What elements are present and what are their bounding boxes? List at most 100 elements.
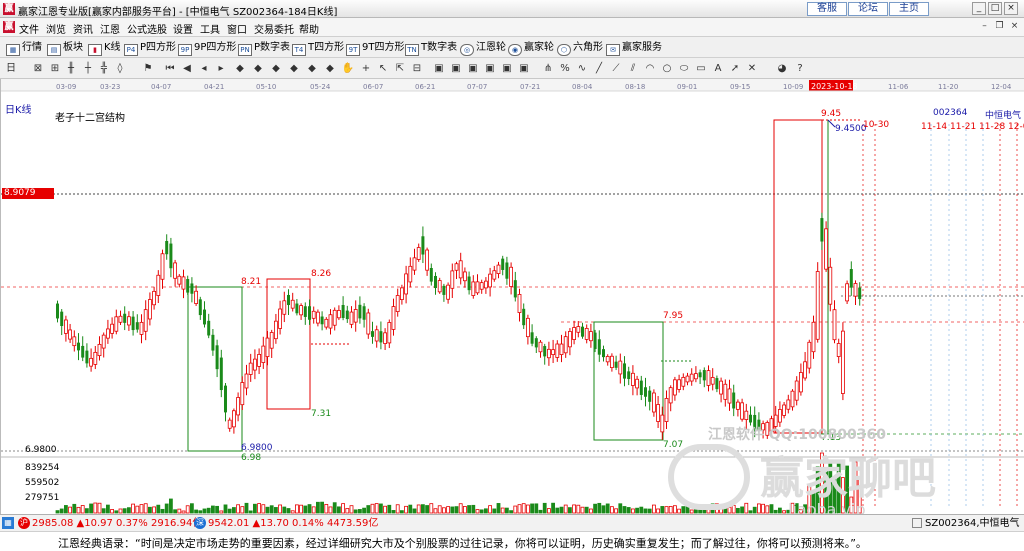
prev-icon[interactable]: ◂ — [197, 62, 211, 75]
close-icon[interactable]: × — [1004, 2, 1018, 15]
sh-index-quote[interactable]: 2985.08 ▲10.97 0.37% 2916.94亿 — [32, 517, 202, 530]
candle-body — [702, 370, 706, 381]
t-square-button[interactable]: T4 T四方形 — [292, 40, 344, 56]
candle-body — [421, 236, 425, 255]
pointer-icon[interactable]: ↖ — [376, 62, 390, 75]
kline-chart[interactable]: 03-09 03-23 04-07 04-21 05-10 05-24 06-07 06-21… — [0, 79, 1024, 514]
window4-icon[interactable]: ▣ — [483, 62, 497, 75]
winner-wheel-button[interactable]: ◉ 赢家轮 — [508, 40, 554, 56]
window1-icon[interactable]: ▣ — [432, 62, 446, 75]
window2-icon[interactable]: ▣ — [449, 62, 463, 75]
sz-index-quote[interactable]: 9542.01 ▲13.70 0.14% 4473.59亿 — [208, 517, 378, 530]
quote-button[interactable]: ▦ 行情 — [6, 40, 42, 56]
p-number-table-button[interactable]: PN P数字表 — [238, 40, 290, 56]
candle-body — [101, 334, 106, 349]
delete-icon[interactable]: ✕ — [745, 62, 759, 75]
volume-bar — [794, 503, 799, 514]
wave-icon[interactable]: ∿ — [575, 62, 589, 75]
circle-icon[interactable]: ○ — [660, 62, 674, 75]
volume-bar — [181, 510, 186, 514]
rect-icon[interactable]: ▭ — [694, 62, 708, 75]
p-square-button[interactable]: P4 P四方形 — [124, 40, 176, 56]
9t-square-button[interactable]: 9T 9T四方形 — [346, 40, 404, 56]
back-icon[interactable]: ◀ — [180, 62, 194, 75]
channel-icon[interactable]: ⫽ — [626, 62, 640, 75]
ellipse-icon[interactable]: ⬭ — [677, 62, 691, 75]
fib-icon[interactable]: ⋔ — [541, 62, 555, 75]
first-icon[interactable]: ⏮ — [163, 62, 177, 75]
candle-body — [320, 316, 324, 325]
date-tick-label: 07-07 — [467, 83, 487, 91]
winner-service-button[interactable]: ✉ 赢家服务 — [606, 40, 662, 56]
window3-icon[interactable]: ▣ — [466, 62, 480, 75]
diamond1-icon[interactable]: ◆ — [233, 62, 247, 75]
menu-info[interactable]: 资讯 — [73, 21, 93, 36]
volume-bar — [118, 508, 123, 514]
candle-icon[interactable]: ╫ — [64, 62, 78, 75]
candle-body — [803, 361, 807, 379]
volume-bar — [576, 504, 581, 514]
sector-button[interactable]: ▤ 板块 — [47, 40, 83, 56]
candle-body — [374, 329, 379, 342]
mdi-restore-icon[interactable]: ❐ — [993, 20, 1006, 33]
menu-gann[interactable]: 江恩 — [100, 21, 120, 36]
fan-icon[interactable]: ⟋ — [609, 62, 623, 75]
period-select-icon[interactable]: 日 — [4, 62, 18, 75]
layout-icon[interactable]: ⊟ — [410, 62, 424, 75]
fit-icon[interactable]: ⊠ — [31, 62, 45, 75]
menu-window[interactable]: 窗口 — [227, 21, 247, 36]
help-icon[interactable]: ? — [793, 62, 807, 75]
arc-icon[interactable]: ◠ — [643, 62, 657, 75]
diamond2-icon[interactable]: ◆ — [251, 62, 265, 75]
diamond3-icon[interactable]: ◆ — [269, 62, 283, 75]
window6-icon[interactable]: ▣ — [517, 62, 531, 75]
volume-bar — [378, 503, 383, 514]
menu-formula[interactable]: 公式选股 — [127, 21, 167, 36]
diamond6-icon[interactable]: ◆ — [323, 62, 337, 75]
cursor-icon[interactable]: ⇱ — [393, 62, 407, 75]
volume-bar — [782, 510, 786, 514]
minimize-icon[interactable]: _ — [972, 2, 986, 15]
kline-button[interactable]: ▮ K线 — [88, 40, 121, 56]
t-square-icon: T4 — [292, 44, 306, 56]
color-wheel-icon[interactable]: ◕ — [775, 62, 789, 75]
menu-file[interactable]: 文件 — [19, 21, 39, 36]
hexagon-button[interactable]: ⬡ 六角形 — [557, 40, 603, 56]
candle-body — [773, 414, 778, 427]
9p-square-button[interactable]: 9P 9P四方形 — [178, 40, 236, 56]
menu-trade[interactable]: 交易委托 — [254, 21, 294, 36]
next-icon[interactable]: ▸ — [214, 62, 228, 75]
menu-settings[interactable]: 设置 — [173, 21, 193, 36]
candle-body — [106, 328, 110, 339]
arrow-icon[interactable]: ➚ — [728, 62, 742, 75]
menu-browse[interactable]: 浏览 — [46, 21, 66, 36]
gann-wheel-button[interactable]: ◎ 江恩轮 — [460, 40, 506, 56]
t-number-icon: TN — [405, 44, 419, 56]
service-link[interactable]: 客服 — [807, 2, 847, 16]
t-number-table-button[interactable]: TN T数字表 — [405, 40, 457, 56]
mdi-minimize-icon[interactable]: – — [978, 20, 991, 33]
zoom-icon[interactable]: ⊞ — [48, 62, 62, 75]
volume-bar — [702, 506, 707, 514]
mdi-close-icon[interactable]: × — [1008, 20, 1021, 33]
tool-dropdown-icon[interactable]: ◊ — [113, 62, 127, 75]
flag-icon[interactable]: ⚑ — [141, 62, 155, 75]
diamond5-icon[interactable]: ◆ — [305, 62, 319, 75]
indicator-icon[interactable]: ╬ — [97, 62, 111, 75]
maximize-icon[interactable]: □ — [988, 2, 1002, 15]
menu-help[interactable]: 帮助 — [299, 21, 319, 36]
window5-icon[interactable]: ▣ — [500, 62, 514, 75]
volume-bar — [610, 506, 614, 514]
hand-icon[interactable]: ✋ — [341, 62, 355, 75]
volume-bar — [55, 510, 60, 514]
menu-tools[interactable]: 工具 — [200, 21, 220, 36]
line-icon[interactable]: ╱ — [592, 62, 606, 75]
bar-icon[interactable]: ┼ — [81, 62, 95, 75]
text-icon[interactable]: A — [711, 62, 725, 75]
home-link[interactable]: 主页 — [889, 2, 929, 16]
monitor-icon[interactable]: ▦ — [2, 517, 14, 529]
forum-link[interactable]: 论坛 — [848, 2, 888, 16]
crosshair-icon[interactable]: + — [359, 62, 373, 75]
percent-icon[interactable]: % — [558, 62, 572, 75]
diamond4-icon[interactable]: ◆ — [287, 62, 301, 75]
